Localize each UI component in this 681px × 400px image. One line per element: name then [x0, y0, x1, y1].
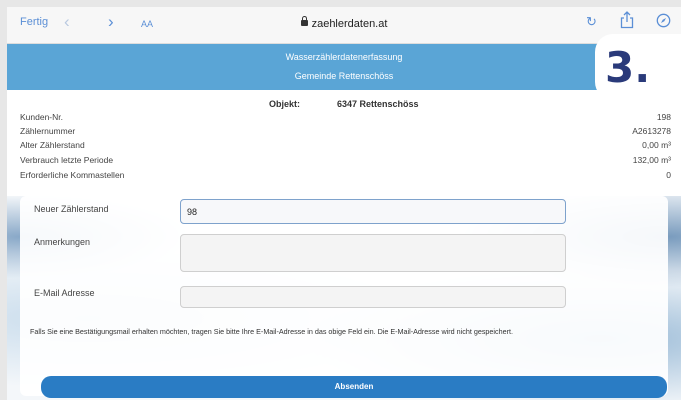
page-header: Wasserzählerdatenerfassung Gemeinde Rett… — [7, 44, 681, 90]
step-number: 3. — [605, 43, 651, 92]
step-badge: 3. — [595, 34, 681, 100]
info-value: 0,00 m³ — [642, 140, 671, 150]
remarks-label: Anmerkungen — [34, 237, 91, 247]
info-key: Alter Zählerstand — [20, 140, 85, 150]
lock-icon — [300, 16, 308, 26]
page-subtitle: Gemeinde Rettenschöss — [294, 71, 394, 81]
info-value: 0 — [666, 170, 671, 180]
new-reading-input[interactable] — [180, 199, 566, 224]
info-key: Verbrauch letzte Periode — [20, 155, 114, 165]
email-label: E-Mail Adresse — [34, 288, 95, 298]
compass-icon[interactable] — [656, 13, 671, 31]
info-key: Erforderliche Kommastellen — [20, 170, 125, 180]
info-key: Kunden-Nr. — [20, 112, 63, 122]
new-reading-label: Neuer Zählerstand — [34, 204, 109, 214]
address-bar[interactable]: zaehlerdaten.at — [7, 16, 681, 30]
info-value: 132,00 m³ — [632, 155, 671, 165]
object-label: Objekt: — [269, 99, 301, 109]
url-text: zaehlerdaten.at — [311, 18, 388, 30]
browser-window: Fertig ‹ › AA zaehlerdaten.at ↻ Wasserzä… — [7, 7, 681, 400]
reload-icon[interactable]: ↻ — [586, 14, 597, 30]
email-hint: Falls Sie eine Bestätigungsmail erhalten… — [30, 327, 513, 336]
info-value: A2613278 — [632, 126, 671, 136]
share-icon[interactable] — [620, 11, 634, 32]
submit-button[interactable]: Absenden — [41, 376, 667, 398]
info-key: Zählernummer — [20, 126, 76, 136]
info-value: 198 — [656, 112, 671, 122]
browser-toolbar: Fertig ‹ › AA zaehlerdaten.at ↻ — [7, 7, 681, 44]
email-input[interactable] — [180, 286, 566, 308]
page-title: Wasserzählerdatenerfassung — [285, 52, 403, 62]
object-value: 6347 Rettenschöss — [337, 99, 419, 109]
remarks-textarea[interactable] — [180, 234, 566, 272]
